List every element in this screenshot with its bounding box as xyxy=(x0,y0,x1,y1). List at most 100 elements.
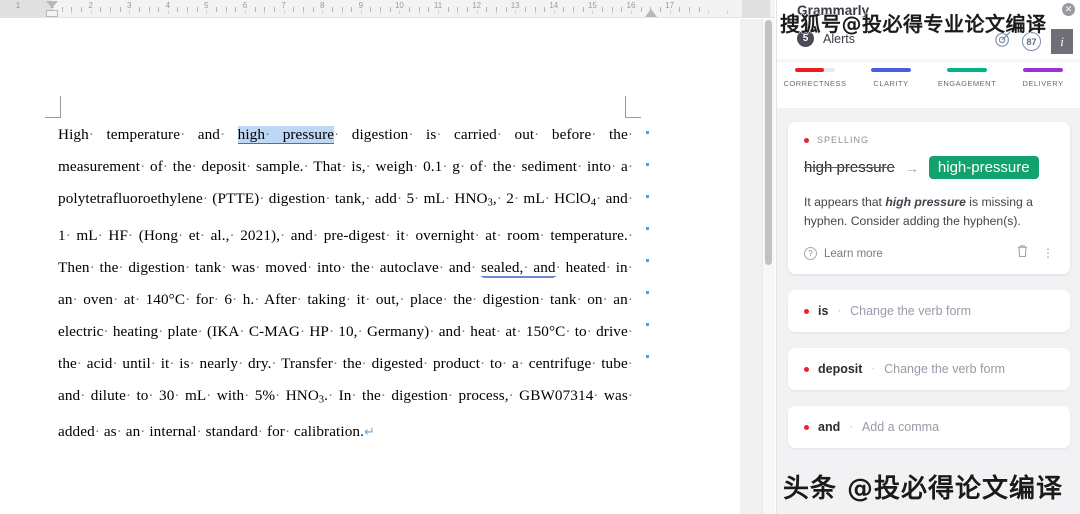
grammarly-panel: Grammarly 5 Alerts 87 i ✕ CORRECTNESS CLA… xyxy=(776,0,1080,514)
space-mark: · xyxy=(116,423,122,441)
ruler-tick xyxy=(505,7,507,12)
ruler-tick xyxy=(293,7,295,12)
ruler-subtick xyxy=(380,11,381,14)
flagged-phrase[interactable]: sealed,· and xyxy=(481,258,556,277)
space-mark: · xyxy=(577,158,583,175)
space-mark: · xyxy=(180,126,186,143)
ruler-number: 3 xyxy=(126,1,132,10)
suggestion-item[interactable]: is · Change the verb form xyxy=(788,290,1070,332)
ruler-tick xyxy=(273,7,275,12)
category-label: CORRECTNESS xyxy=(783,79,847,88)
ruler-number: 12 xyxy=(472,1,482,10)
space-mark: · xyxy=(596,190,602,207)
ruler-tick xyxy=(235,7,237,12)
alert-dot-icon xyxy=(804,137,809,143)
space-mark: · xyxy=(148,386,154,404)
space-mark: · xyxy=(140,423,146,441)
spelling-suggestion-card[interactable]: SPELLING high pressure → high-pressure I… xyxy=(788,122,1070,274)
ruler-tick xyxy=(312,7,314,12)
score-category[interactable]: DELIVERY xyxy=(1005,62,1080,108)
suggestion-item[interactable]: deposit · Change the verb form xyxy=(788,348,1070,390)
line-end-mark xyxy=(646,195,649,198)
ruler-tick xyxy=(679,7,681,12)
right-indent-marker[interactable] xyxy=(645,9,657,17)
document-paragraph[interactable]: High· temperature· and· high· pressure · … xyxy=(58,119,633,448)
vertical-scrollbar-thumb[interactable] xyxy=(765,20,772,265)
ruler-number: 4 xyxy=(165,1,171,10)
ruler-tick xyxy=(698,7,700,12)
space-mark: · xyxy=(472,290,478,308)
paragraph-mark-icon[interactable]: ↵ xyxy=(364,424,375,439)
space-mark: · xyxy=(480,354,486,372)
ruler-tick xyxy=(61,7,63,12)
ruler-subtick xyxy=(342,11,343,14)
alert-dot-icon xyxy=(804,424,809,430)
info-button[interactable]: i xyxy=(1051,29,1073,54)
ruler-subtick xyxy=(149,11,150,14)
panel-body: SPELLING high pressure → high-pressure I… xyxy=(777,108,1080,514)
selected-phrase[interactable]: high· pressure xyxy=(237,126,335,144)
document-area: 1 1 2 3 4 5 6 7 8 9 10 11 12 13 14 15 16 17 High· tempera… xyxy=(0,0,775,514)
more-options-icon[interactable]: ⋮ xyxy=(1042,247,1054,259)
space-mark: · xyxy=(299,322,306,340)
space-mark: · xyxy=(202,190,209,207)
ruler-subtick xyxy=(515,11,516,14)
line-end-mark xyxy=(646,163,649,166)
space-mark: · xyxy=(496,126,503,143)
suggestion-action: Add a comma xyxy=(861,420,940,434)
ruler-tick xyxy=(138,7,140,12)
score-category[interactable]: ENGAGEMENT xyxy=(929,62,1005,108)
ruler-subtick xyxy=(496,11,497,14)
left-indent-marker[interactable] xyxy=(46,10,58,17)
space-mark: · xyxy=(436,126,442,143)
space-mark: · xyxy=(534,126,540,143)
space-mark: · xyxy=(423,354,429,372)
space-mark: · xyxy=(94,423,100,441)
body-text: ,· 2· mL· HClO xyxy=(492,190,591,207)
space-mark: · xyxy=(232,290,238,308)
category-bar xyxy=(947,68,987,72)
score-categories: CORRECTNESS CLARITY ENGAGEMENT DELIVERY xyxy=(777,62,1080,108)
line-end-mark xyxy=(646,131,649,134)
trash-icon[interactable] xyxy=(1016,244,1029,263)
learn-more-link[interactable]: ? Learn more xyxy=(804,247,883,260)
first-line-indent-marker[interactable] xyxy=(46,1,58,8)
space-mark: · xyxy=(239,322,245,340)
space-mark: · xyxy=(158,322,164,340)
ruler-tick xyxy=(524,7,526,12)
space-mark: · xyxy=(442,290,448,308)
ruler-subtick xyxy=(168,11,169,14)
ruler-subtick xyxy=(361,11,362,14)
alert-dot-icon xyxy=(804,308,809,314)
score-category[interactable]: CORRECTNESS xyxy=(777,62,853,108)
margin-mark-top-left xyxy=(45,96,61,118)
space-mark: · xyxy=(627,322,633,340)
space-mark: · xyxy=(369,258,376,276)
space-mark: · xyxy=(265,126,271,143)
space-mark: · xyxy=(72,290,78,308)
ruler-tick xyxy=(544,7,546,12)
card-footer: ? Learn more ⋮ xyxy=(804,244,1054,263)
suggestion-item[interactable]: and · Add a comma xyxy=(788,406,1070,448)
ruler-tick xyxy=(389,7,391,12)
apply-suggestion-button[interactable]: high-pressure xyxy=(928,156,1039,179)
space-mark: · xyxy=(196,423,202,441)
space-mark: · xyxy=(351,386,357,404)
space-mark: · xyxy=(303,158,309,175)
close-icon[interactable]: ✕ xyxy=(1062,3,1075,16)
line-end-mark xyxy=(646,259,649,262)
space-mark: · xyxy=(76,354,83,372)
ruler-subtick xyxy=(206,11,207,14)
document-page[interactable]: High· temperature· and· high· pressure · … xyxy=(0,19,740,514)
space-mark: · xyxy=(178,226,184,244)
horizontal-ruler[interactable]: 1 1 2 3 4 5 6 7 8 9 10 11 12 13 14 15 16 17 xyxy=(0,0,775,18)
ruler-tick xyxy=(447,7,449,12)
ruler-subtick xyxy=(670,11,671,14)
space-mark: · xyxy=(602,290,608,308)
line-end-mark xyxy=(646,323,649,326)
suggestion-separator: · xyxy=(849,421,853,433)
score-category[interactable]: CLARITY xyxy=(853,62,929,108)
suggestion-separator: · xyxy=(871,363,876,375)
ruler-number: 15 xyxy=(587,1,597,10)
space-mark: · xyxy=(593,386,599,404)
